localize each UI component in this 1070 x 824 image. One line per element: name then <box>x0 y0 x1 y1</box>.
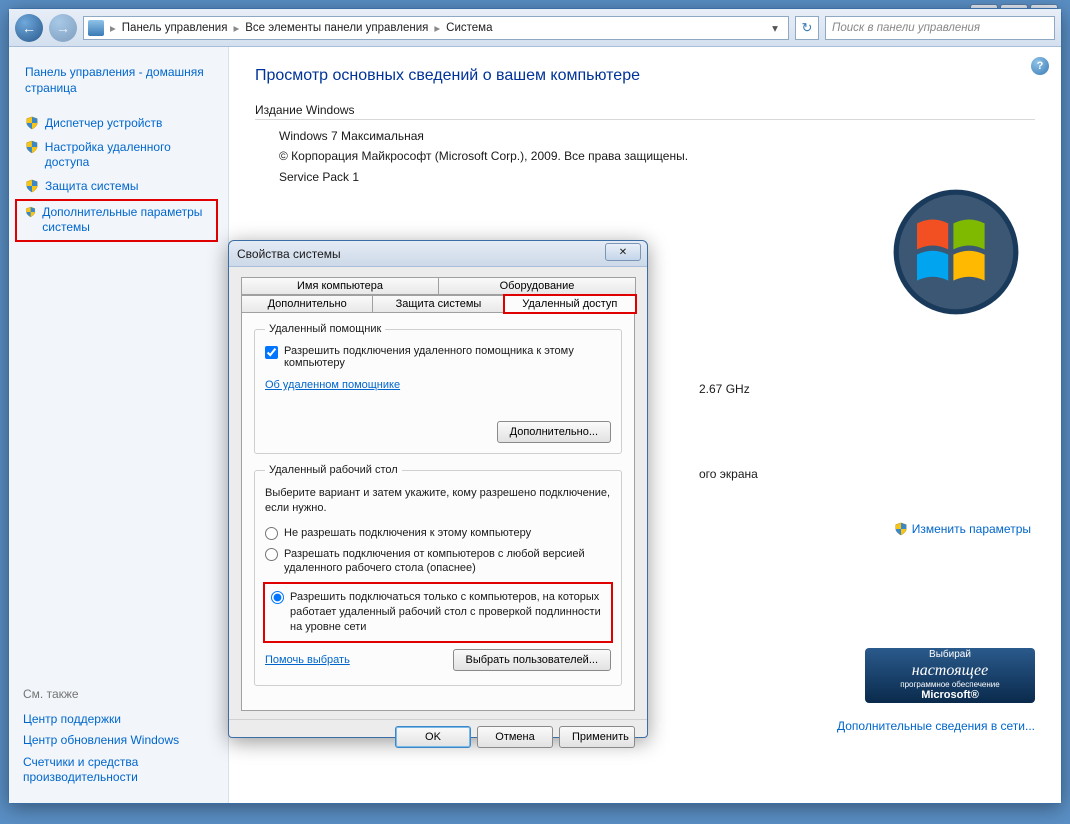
forward-button[interactable]: → <box>49 14 77 42</box>
tab-remote[interactable]: Удаленный доступ <box>504 295 636 313</box>
tab-advanced[interactable]: Дополнительно <box>241 295 373 313</box>
allow-remote-assistance-input[interactable] <box>265 346 278 359</box>
tab-system-protection[interactable]: Защита системы <box>372 295 504 313</box>
windows-copyright: © Корпорация Майкрософт (Microsoft Corp.… <box>279 146 1035 166</box>
genuine-small1: Выбирай <box>929 649 971 661</box>
chevron-right-icon: ▸ <box>110 21 116 35</box>
windows-edition-heading: Издание Windows <box>255 103 1035 117</box>
breadcrumb-item[interactable]: Панель управления <box>122 22 228 34</box>
dialog-title-bar[interactable]: Свойства системы ✕ <box>229 241 647 267</box>
rd-radio-allow-nla[interactable]: Разрешить подключаться только с компьюте… <box>263 582 613 643</box>
allow-remote-assistance-label: Разрешить подключения удаленного помощни… <box>284 345 611 369</box>
ok-button[interactable]: OK <box>395 726 471 748</box>
refresh-button[interactable]: ↻ <box>795 16 819 40</box>
screen-text-fragment: ого экрана <box>699 467 758 481</box>
breadcrumb[interactable]: ▸ Панель управления ▸ Все элементы панел… <box>83 16 789 40</box>
dialog-title: Свойства системы <box>237 247 341 261</box>
chevron-right-icon: ▸ <box>233 21 239 35</box>
cpu-frequency: 2.67 GHz <box>699 382 750 396</box>
sidebar-item-device-manager[interactable]: Диспетчер устройств <box>23 112 218 136</box>
shield-icon <box>25 205 36 219</box>
sidebar-item-remote-settings[interactable]: Настройка удаленного доступа <box>23 136 218 175</box>
sidebar: Панель управления - домашняя страница Ди… <box>9 47 229 803</box>
remote-assistance-legend: Удаленный помощник <box>265 323 385 335</box>
remote-assistance-group: Удаленный помощник Разрешить подключения… <box>254 323 622 454</box>
change-settings-label: Изменить параметры <box>912 522 1031 536</box>
see-also-windows-update[interactable]: Центр обновления Windows <box>23 730 218 752</box>
rd-radio-allow-nla-input[interactable] <box>271 591 284 604</box>
control-panel-icon <box>88 20 104 36</box>
remote-desktop-description: Выберите вариант и затем укажите, кому р… <box>265 486 611 516</box>
windows-edition: Windows 7 Максимальная <box>279 126 1035 146</box>
allow-remote-assistance-checkbox[interactable]: Разрешить подключения удаленного помощни… <box>265 345 611 369</box>
change-settings-link[interactable]: Изменить параметры <box>894 522 1031 536</box>
page-title: Просмотр основных сведений о вашем компь… <box>255 67 1035 85</box>
tab-hardware[interactable]: Оборудование <box>438 277 636 295</box>
sidebar-item-label: Настройка удаленного доступа <box>45 140 216 171</box>
shield-icon <box>894 522 908 536</box>
shield-icon <box>25 179 39 193</box>
cancel-button[interactable]: Отмена <box>477 726 553 748</box>
sidebar-home-link[interactable]: Панель управления - домашняя страница <box>23 61 218 100</box>
rd-radio-allow-any-label: Разрешать подключения от компьютеров с л… <box>284 547 611 577</box>
breadcrumb-item[interactable]: Система <box>446 22 492 34</box>
shield-icon <box>25 140 39 154</box>
genuine-brand: Microsoft® <box>921 689 979 702</box>
see-also-action-center[interactable]: Центр поддержки <box>23 709 218 731</box>
rd-radio-deny-label: Не разрешать подключения к этому компьют… <box>284 526 531 541</box>
tab-strip: Имя компьютера Оборудование Дополнительн… <box>241 277 635 313</box>
chevron-right-icon: ▸ <box>434 21 440 35</box>
see-also-heading: См. также <box>23 687 218 701</box>
remote-desktop-legend: Удаленный рабочий стол <box>265 464 402 476</box>
help-me-choose-link[interactable]: Помочь выбрать <box>265 654 350 666</box>
sidebar-item-label: Дополнительные параметры системы <box>42 205 212 236</box>
breadcrumb-item[interactable]: Все элементы панели управления <box>245 22 428 34</box>
tab-computer-name[interactable]: Имя компьютера <box>241 277 439 295</box>
apply-button[interactable]: Применить <box>559 726 635 748</box>
rd-radio-allow-any[interactable]: Разрешать подключения от компьютеров с л… <box>265 547 611 577</box>
genuine-microsoft-badge: Выбирай настоящее программное обеспечени… <box>865 648 1035 703</box>
address-bar: ← → ▸ Панель управления ▸ Все элементы п… <box>9 9 1061 47</box>
more-info-link[interactable]: Дополнительные сведения в сети... <box>837 719 1035 733</box>
search-input[interactable]: Поиск в панели управления <box>825 16 1055 40</box>
windows-service-pack: Service Pack 1 <box>279 167 1035 187</box>
remote-assistance-advanced-button[interactable]: Дополнительно... <box>497 421 611 443</box>
dialog-close-button[interactable]: ✕ <box>605 243 641 261</box>
chevron-down-icon[interactable]: ▾ <box>766 21 784 35</box>
remote-desktop-group: Удаленный рабочий стол Выберите вариант … <box>254 464 622 686</box>
rd-radio-deny-input[interactable] <box>265 527 278 540</box>
system-properties-dialog: Свойства системы ✕ Имя компьютера Оборуд… <box>228 240 648 738</box>
tab-panel-remote: Удаленный помощник Разрешить подключения… <box>241 313 635 711</box>
rd-radio-allow-nla-label: Разрешить подключаться только с компьюте… <box>290 590 605 635</box>
windows-logo-icon <box>891 187 1021 317</box>
help-icon[interactable]: ? <box>1031 57 1049 75</box>
rd-radio-allow-any-input[interactable] <box>265 548 278 561</box>
genuine-big: настоящее <box>912 661 989 680</box>
sidebar-item-label: Диспетчер устройств <box>45 116 162 132</box>
back-button[interactable]: ← <box>15 14 43 42</box>
see-also-performance[interactable]: Счетчики и средства производительности <box>23 752 218 789</box>
genuine-small2: программное обеспечение <box>900 680 999 690</box>
select-users-button[interactable]: Выбрать пользователей... <box>453 649 612 671</box>
sidebar-item-label: Защита системы <box>45 179 138 195</box>
sidebar-item-advanced-system-settings[interactable]: Дополнительные параметры системы <box>15 199 218 242</box>
sidebar-item-system-protection[interactable]: Защита системы <box>23 175 218 199</box>
rd-radio-deny[interactable]: Не разрешать подключения к этому компьют… <box>265 526 611 541</box>
about-remote-assistance-link[interactable]: Об удаленном помощнике <box>265 379 611 391</box>
shield-icon <box>25 116 39 130</box>
